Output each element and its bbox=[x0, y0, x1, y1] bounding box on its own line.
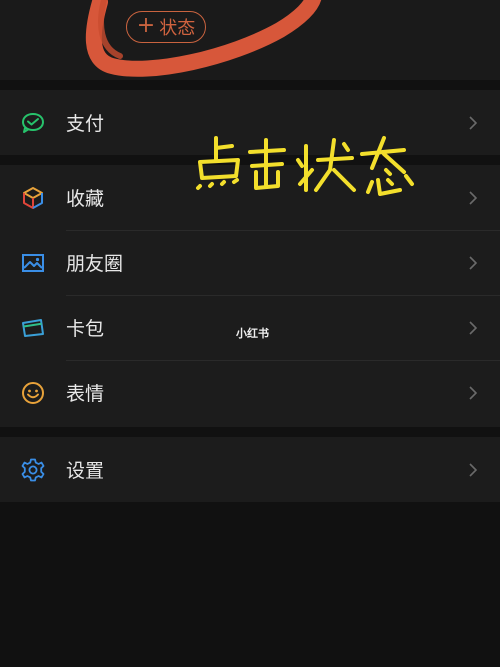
card-wallet-icon bbox=[20, 315, 46, 341]
xiaohongshu-watermark: 小红书 bbox=[236, 327, 269, 340]
menu-item-label: 卡包 bbox=[66, 318, 105, 340]
gear-icon bbox=[20, 457, 46, 483]
menu-item-label: 设置 bbox=[66, 460, 105, 482]
chevron-right-icon bbox=[469, 385, 478, 400]
menu-item-settings[interactable]: 设置 bbox=[0, 437, 500, 502]
menu-group-settings: 设置 bbox=[0, 437, 500, 502]
chevron-right-icon bbox=[469, 462, 478, 477]
menu-item-stickers[interactable]: 表情 bbox=[0, 360, 500, 425]
chevron-right-icon bbox=[469, 320, 478, 335]
handwritten-annotation-click-status bbox=[196, 136, 414, 196]
emoji-icon bbox=[20, 380, 46, 406]
menu-item-label: 表情 bbox=[66, 383, 105, 405]
